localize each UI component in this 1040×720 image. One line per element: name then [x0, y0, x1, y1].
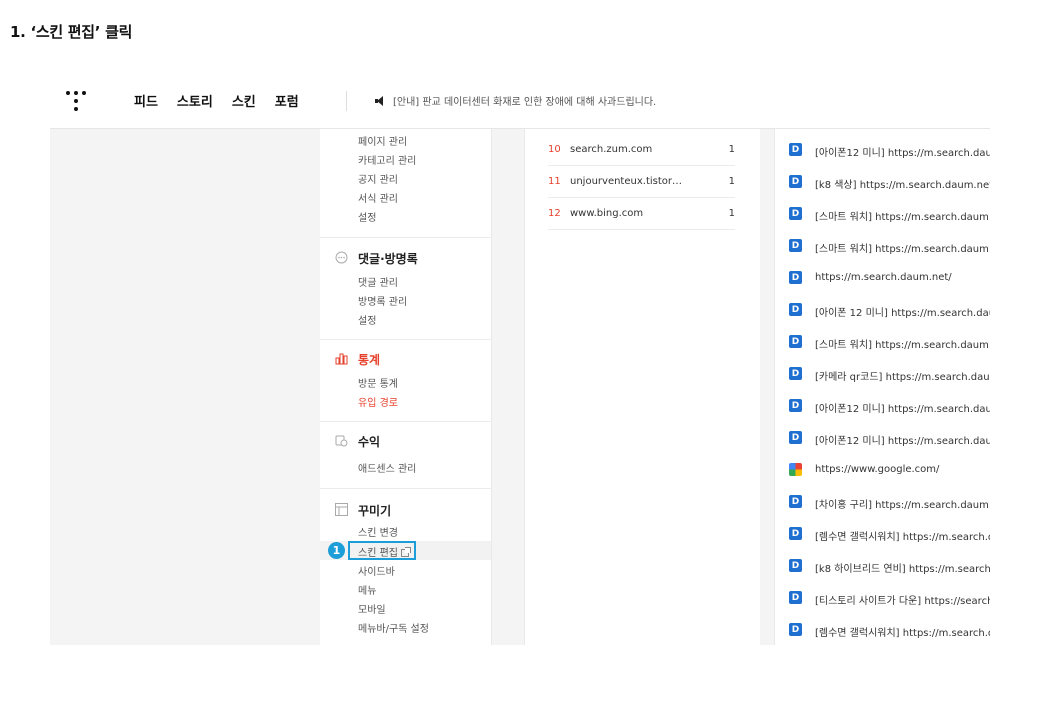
daum-icon: D — [789, 175, 802, 188]
coin-icon — [335, 435, 348, 447]
menu-item-mobile[interactable]: 모바일 — [358, 601, 386, 616]
daum-icon: D — [789, 303, 802, 316]
row-rank: 11 — [548, 176, 561, 187]
row-domain[interactable]: www.bing.com — [570, 208, 685, 219]
menu-item-sidebar[interactable]: 사이드바 — [358, 563, 395, 578]
menu-section-revenue[interactable]: 수익 — [358, 433, 380, 450]
menu-item-page-manage[interactable]: 페이지 관리 — [358, 133, 407, 148]
menu-item-skin-change[interactable]: 스킨 변경 — [358, 524, 398, 539]
daum-icon: D — [789, 271, 802, 284]
step-badge: 1 — [328, 542, 345, 559]
skin-edit-callout-box — [348, 541, 416, 560]
referrer-url[interactable]: [아이폰 12 미니] https://m.search.daum. — [815, 304, 990, 319]
daum-icon: D — [789, 431, 802, 444]
menu-item-settings[interactable]: 설정 — [358, 209, 376, 224]
menu-divider — [320, 421, 491, 422]
menu-item-comment-manage[interactable]: 댓글 관리 — [358, 274, 398, 289]
referrer-url[interactable]: [k8 색상] https://m.search.daum.net/se — [815, 176, 990, 191]
menu-item-comment-settings[interactable]: 설정 — [358, 312, 376, 327]
daum-icon: D — [789, 399, 802, 412]
row-count: 1 — [728, 208, 735, 219]
menu-item-format-manage[interactable]: 서식 관리 — [358, 190, 398, 205]
daum-icon: D — [789, 207, 802, 220]
daum-icon: D — [789, 559, 802, 572]
screenshot-frame: 피드 스토리 스킨 포럼 [안내] 판교 데이터센터 화재로 인한 장애에 대해… — [50, 75, 990, 645]
menu-item-menubar-subscribe[interactable]: 메뉴바/구독 설정 — [358, 620, 429, 635]
google-icon — [789, 463, 802, 476]
referrer-url[interactable]: [k8 하이브리드 연비] https://m.search.da — [815, 560, 990, 575]
menu-divider — [320, 339, 491, 340]
row-domain[interactable]: search.zum.com — [570, 144, 685, 155]
nav-feed[interactable]: 피드 — [134, 91, 158, 110]
table-row: 12 www.bing.com 1 — [548, 197, 735, 230]
referrer-url[interactable]: [카메라 qr코드] https://m.search.daum.n — [815, 368, 990, 383]
referrer-url[interactable]: [스마트 워치] https://m.search.daum.net/ — [815, 336, 990, 351]
daum-icon: D — [789, 495, 802, 508]
menu-divider — [320, 488, 491, 489]
menu-divider — [320, 237, 491, 238]
nav-skin[interactable]: 스킨 — [232, 91, 256, 110]
nav-forum[interactable]: 포럼 — [275, 91, 299, 110]
referrer-url[interactable]: [스마트 워치] https://m.search.daum.net/ — [815, 240, 990, 255]
row-rank: 12 — [548, 208, 561, 219]
notice-text: [안내] 판교 데이터센터 화재로 인한 장애에 대해 사과드립니다. — [393, 97, 657, 108]
referrer-url[interactable]: https://m.search.daum.net/ — [815, 272, 990, 283]
row-count: 1 — [728, 144, 735, 155]
menu-item-notice-manage[interactable]: 공지 관리 — [358, 171, 398, 186]
notice-banner[interactable]: [안내] 판교 데이터센터 화재로 인한 장애에 대해 사과드립니다. — [375, 93, 656, 108]
row-domain[interactable]: unjourventeux.tistor… — [570, 176, 685, 187]
speech-bubble-icon — [335, 251, 348, 264]
menu-item-menu[interactable]: 메뉴 — [358, 582, 376, 597]
row-rank: 10 — [548, 144, 561, 155]
menu-item-inflow-path[interactable]: 유입 경로 — [358, 394, 398, 409]
referrer-url[interactable]: [아이폰12 미니] https://m.search.daum.n — [815, 432, 990, 447]
table-row: 10 search.zum.com 1 — [548, 133, 735, 166]
menu-item-guestbook-manage[interactable]: 방명록 관리 — [358, 293, 407, 308]
referrer-url[interactable]: https://www.google.com/ — [815, 464, 990, 475]
nav-story[interactable]: 스토리 — [177, 91, 213, 110]
content-gap — [760, 129, 774, 645]
left-background — [50, 129, 320, 645]
referrer-table: 10 search.zum.com 1 11 unjourventeux.tis… — [524, 129, 761, 645]
step-title: 1. ‘스킨 편집’ 클릭 — [10, 23, 133, 41]
daum-icon: D — [789, 527, 802, 540]
menu-section-decorate[interactable]: 꾸미기 — [358, 502, 391, 519]
content-gap — [492, 129, 524, 645]
nav-divider — [346, 91, 347, 111]
daum-icon: D — [789, 591, 802, 604]
referrer-url[interactable]: [스마트 워치] https://m.search.daum.net/ — [815, 208, 990, 223]
referrer-url[interactable]: [티스토리 사이트가 다운] https://search.d — [815, 592, 990, 607]
referrer-url[interactable]: [렘수면 갤럭시워치] https://m.search.dau — [815, 528, 990, 543]
daum-icon: D — [789, 623, 802, 636]
top-nav: 피드 스토리 스킨 포럼 — [134, 91, 299, 110]
referrer-url[interactable]: [아이폰12 미니] https://m.search.daum.n — [815, 400, 990, 415]
top-bar: 피드 스토리 스킨 포럼 [안내] 판교 데이터센터 화재로 인한 장애에 대해… — [50, 75, 990, 129]
referrer-url-list: D [아이폰12 미니] https://m.search.daum.net/D [… — [774, 129, 990, 645]
referrer-url[interactable]: [렘수면 갤럭시워치] https://m.search.dau — [815, 624, 990, 639]
table-row: 11 unjourventeux.tistor… 1 — [548, 165, 735, 198]
tistory-logo[interactable] — [64, 89, 88, 113]
referrer-url[interactable]: [차이홍 구리] https://m.search.daum.net/ — [815, 496, 990, 511]
menu-item-adsense-manage[interactable]: 애드센스 관리 — [358, 460, 416, 475]
row-count: 1 — [728, 176, 735, 187]
menu-section-stats[interactable]: 통계 — [358, 351, 380, 368]
daum-icon: D — [789, 143, 802, 156]
daum-icon: D — [789, 239, 802, 252]
bar-chart-icon — [335, 353, 348, 365]
menu-item-visit-stats[interactable]: 방문 통계 — [358, 375, 398, 390]
referrer-url[interactable]: [아이폰12 미니] https://m.search.daum.net/ — [815, 144, 990, 159]
admin-menu: 페이지 관리 카테고리 관리 공지 관리 서식 관리 설정 댓글·방명록 댓글 … — [320, 129, 492, 645]
speaker-icon — [375, 95, 386, 106]
daum-icon: D — [789, 335, 802, 348]
menu-section-comments[interactable]: 댓글·방명록 — [358, 250, 418, 267]
layout-icon — [335, 503, 348, 516]
menu-item-category-manage[interactable]: 카테고리 관리 — [358, 152, 416, 167]
daum-icon: D — [789, 367, 802, 380]
